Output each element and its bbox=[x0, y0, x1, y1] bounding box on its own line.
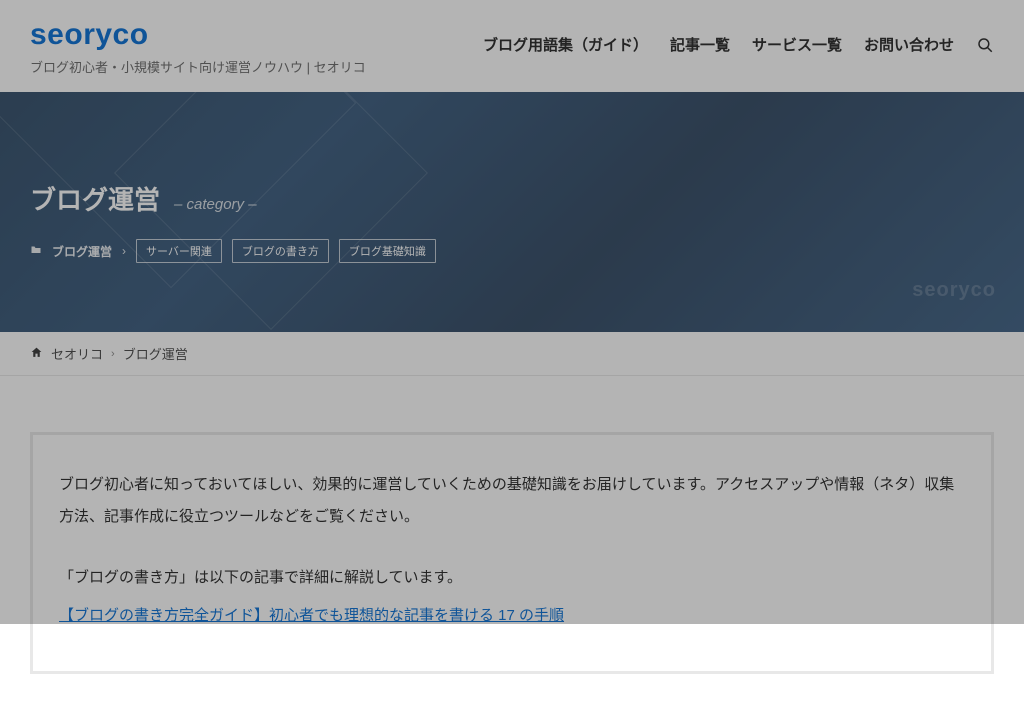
folder-icon bbox=[30, 244, 42, 258]
search-icon[interactable] bbox=[976, 36, 994, 54]
home-icon bbox=[30, 346, 43, 361]
brand: seoryco ブログ初心者・小規模サイト向け運営ノウハウ | セオリコ bbox=[30, 18, 366, 76]
main-nav: ブログ用語集（ガイド） 記事一覧 サービス一覧 お問い合わせ bbox=[483, 18, 994, 55]
guide-link[interactable]: 【ブログの書き方完全ガイド】初心者でも理想的な記事を書ける 17 の手順 bbox=[59, 607, 564, 624]
intro-paragraph: ブログ初心者に知っておいてほしい、効果的に運営していくための基礎知識をお届けして… bbox=[59, 469, 965, 532]
nav-articles[interactable]: 記事一覧 bbox=[670, 34, 730, 55]
main-content: ブログ初心者に知っておいてほしい、効果的に運営していくための基礎知識をお届けして… bbox=[0, 376, 1024, 704]
site-header: seoryco ブログ初心者・小規模サイト向け運営ノウハウ | セオリコ ブログ… bbox=[0, 0, 1024, 92]
current-category-label[interactable]: ブログ運営 bbox=[52, 243, 112, 260]
nav-guide[interactable]: ブログ用語集（ガイド） bbox=[483, 34, 648, 55]
hero-watermark: seoryco bbox=[912, 279, 996, 302]
chevron-right-icon: › bbox=[111, 348, 115, 360]
page-title: ブログ運営 bbox=[30, 180, 160, 217]
nav-services[interactable]: サービス一覧 bbox=[752, 34, 842, 55]
breadcrumb: セオリコ › ブログ運営 bbox=[0, 332, 1024, 376]
nav-contact[interactable]: お問い合わせ bbox=[864, 34, 954, 55]
hero-category-row: ブログ運営 › サーバー関連 ブログの書き方 ブログ基礎知識 bbox=[30, 239, 994, 263]
hero-banner: seoryco ブログ運営 – category – ブログ運営 › サーバー関… bbox=[0, 92, 1024, 332]
site-tagline: ブログ初心者・小規模サイト向け運営ノウハウ | セオリコ bbox=[30, 57, 366, 76]
hero-title-row: ブログ運営 – category – bbox=[30, 180, 994, 217]
breadcrumb-home[interactable]: セオリコ bbox=[51, 344, 103, 363]
chevron-right-icon: › bbox=[122, 244, 126, 258]
subcategory-server[interactable]: サーバー関連 bbox=[136, 239, 222, 263]
page-title-suffix: – category – bbox=[174, 196, 257, 213]
intro-card: ブログ初心者に知っておいてほしい、効果的に運営していくための基礎知識をお届けして… bbox=[30, 432, 994, 674]
subcategory-basics[interactable]: ブログ基礎知識 bbox=[339, 239, 436, 263]
breadcrumb-current: ブログ運営 bbox=[123, 344, 188, 363]
site-logo[interactable]: seoryco bbox=[30, 18, 366, 51]
subcategory-writing[interactable]: ブログの書き方 bbox=[232, 239, 329, 263]
lead-paragraph: 「ブログの書き方」は以下の記事で詳細に解説しています。 bbox=[59, 562, 965, 594]
